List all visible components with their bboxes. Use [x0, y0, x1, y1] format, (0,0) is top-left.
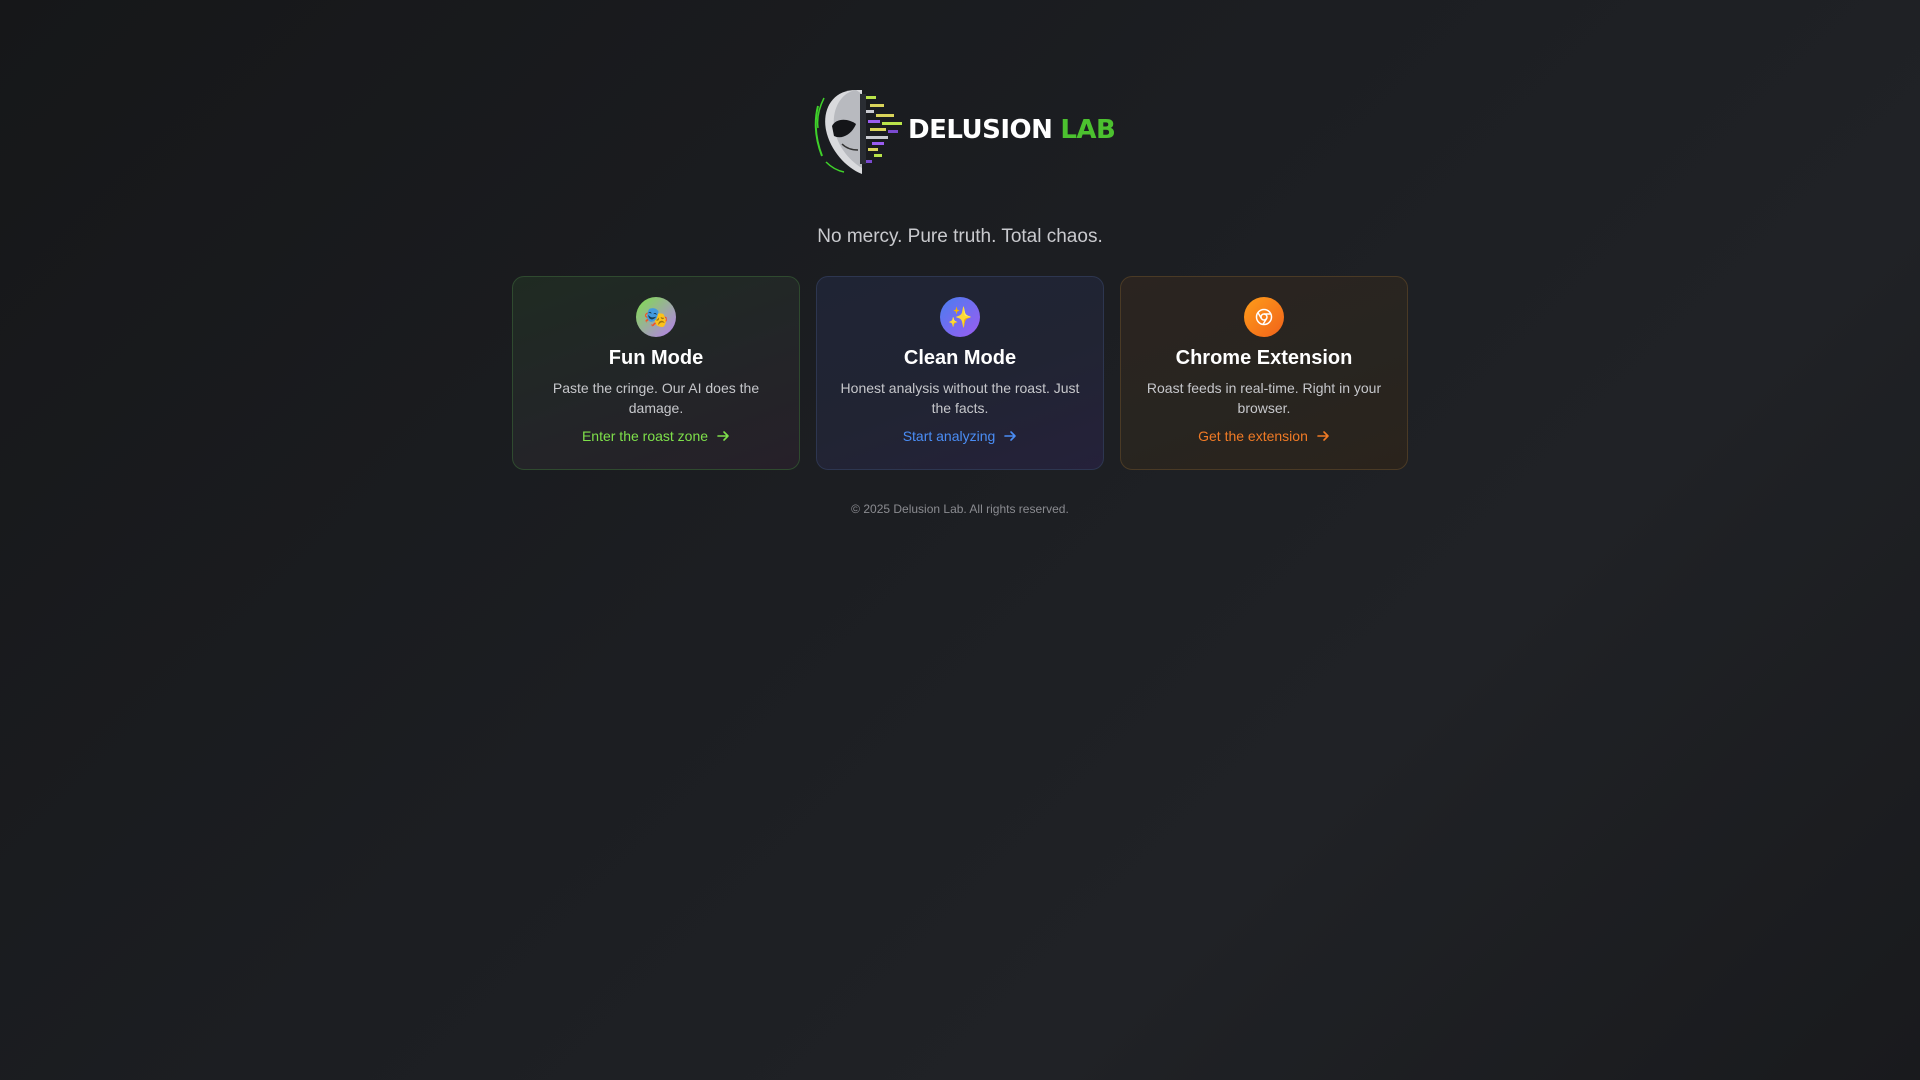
card-clean-mode[interactable]: ✨ Clean Mode Honest analysis without the…: [816, 276, 1104, 470]
card-chrome-extension[interactable]: Chrome Extension Roast feeds in real-tim…: [1120, 276, 1408, 470]
tagline: No mercy. Pure truth. Total chaos.: [817, 226, 1103, 247]
card-description: Honest analysis without the roast. Just …: [840, 380, 1080, 416]
card-title: Clean Mode: [903, 347, 1017, 369]
start-analyzing-link[interactable]: Start analyzing: [903, 428, 1018, 444]
brand-name-primary: DELUSION: [908, 115, 1053, 145]
card-link-label: Get the extension: [1198, 428, 1308, 444]
arrow-right-icon: [1317, 431, 1329, 441]
card-fun-mode[interactable]: 🎭 Fun Mode Paste the cringe. Our AI does…: [512, 276, 800, 470]
card-link-label: Start analyzing: [902, 428, 996, 444]
arrow-right-icon: [1004, 431, 1017, 441]
mode-cards: 🎭 Fun Mode Paste the cringe. Our AI does…: [512, 276, 1408, 470]
brand-logo[interactable]: DELUSION LAB: [812, 84, 1116, 176]
sparkles-icon: ✨: [940, 297, 980, 337]
brand-wordmark: DELUSION LAB: [908, 115, 1116, 145]
card-description: Roast feeds in real-time. Right in your …: [1146, 380, 1382, 416]
alien-glitch-logo-icon: [812, 84, 916, 176]
enter-roast-zone-link[interactable]: Enter the roast zone: [582, 428, 730, 444]
footer-copyright: © 2025 Delusion Lab. All rights reserved…: [851, 502, 1069, 516]
landing-page: DELUSION LAB No mercy. Pure truth. Total …: [0, 0, 1920, 1080]
card-title: Chrome Extension: [1175, 347, 1353, 369]
get-extension-link[interactable]: Get the extension: [1198, 428, 1330, 444]
theater-masks-icon: 🎭: [636, 297, 676, 337]
chrome-icon: [1244, 297, 1284, 337]
card-description: Paste the cringe. Our AI does the damage…: [552, 380, 760, 416]
brand-name-accent: LAB: [1060, 115, 1116, 145]
card-title: Fun Mode: [608, 347, 704, 369]
arrow-right-icon: [717, 431, 729, 441]
card-link-label: Enter the roast zone: [581, 428, 709, 444]
